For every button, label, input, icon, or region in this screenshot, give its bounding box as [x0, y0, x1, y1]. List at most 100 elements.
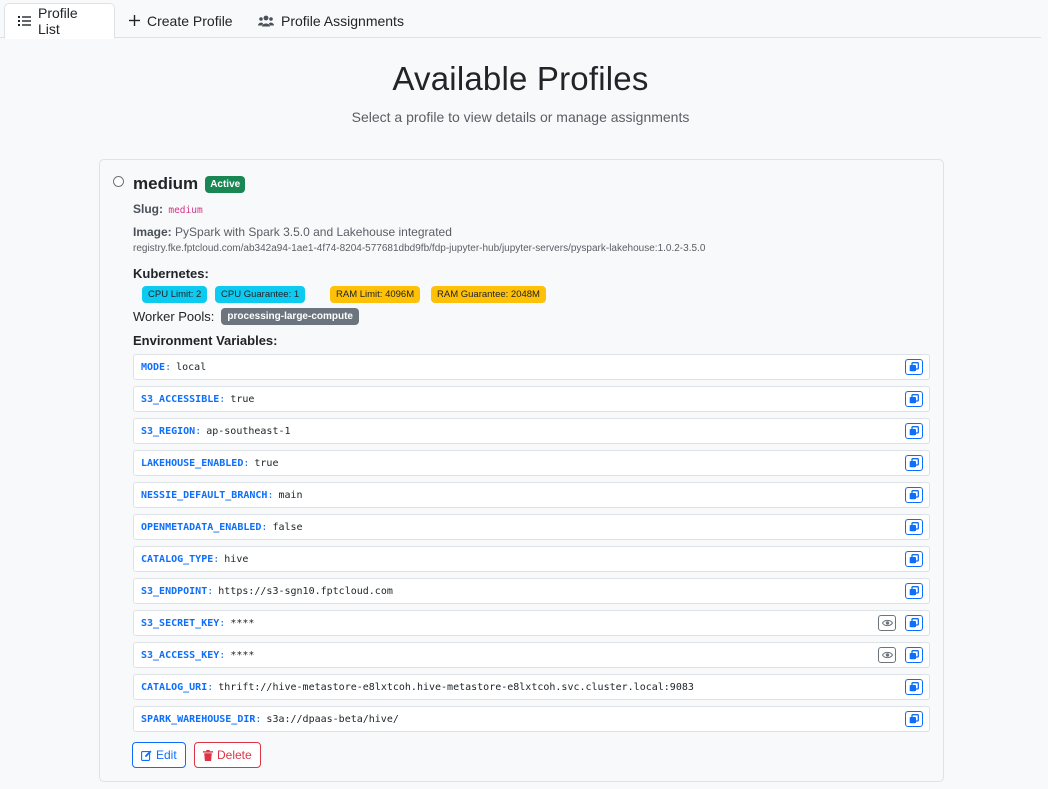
env-separator: :	[267, 489, 274, 501]
reveal-secret-button[interactable]	[878, 647, 896, 663]
cpu-limit-badge: CPU Limit: 2	[142, 286, 208, 303]
copy-icon	[909, 586, 919, 596]
ram-guarantee-badge: RAM Guarantee: 2048M	[431, 286, 546, 303]
edit-button[interactable]: Edit	[132, 742, 186, 768]
env-separator: :	[165, 361, 172, 373]
env-var-row: S3_SECRET_KEY: ****	[133, 610, 930, 636]
tab-label: Profile Assignments	[281, 12, 404, 29]
profile-name: medium	[133, 174, 199, 193]
env-separator: :	[219, 393, 226, 405]
copy-icon	[909, 362, 919, 372]
tab-profile-list[interactable]: Profile List	[4, 3, 115, 39]
env-var-row: S3_ENDPOINT: https://s3-sgn10.fptcloud.co…	[133, 578, 930, 604]
env-value: https://s3-sgn10.fptcloud.com	[218, 585, 393, 597]
env-value: ****	[230, 649, 255, 661]
users-icon	[258, 15, 274, 27]
copy-icon	[909, 682, 919, 692]
env-vars-label: Environment Variables:	[133, 333, 278, 348]
copy-icon	[909, 650, 919, 660]
reveal-secret-button[interactable]	[878, 615, 896, 631]
env-separator: :	[213, 553, 220, 565]
env-var-row: LAKEHOUSE_ENABLED: true	[133, 450, 930, 476]
profile-header: medium Active	[133, 174, 246, 194]
tab-profile-assignments[interactable]: Profile Assignments	[245, 3, 417, 38]
profile-select-radio[interactable]	[113, 176, 124, 187]
env-key: S3_SECRET_KEY	[141, 617, 220, 629]
copy-icon	[909, 554, 919, 564]
env-key: CATALOG_TYPE	[141, 553, 214, 565]
copy-button[interactable]	[905, 615, 923, 631]
copy-button[interactable]	[905, 519, 923, 535]
copy-button[interactable]	[905, 391, 923, 407]
env-value: main	[278, 489, 303, 501]
env-separator: :	[219, 617, 226, 629]
env-value: hive	[224, 553, 249, 565]
edit-label: Edit	[156, 748, 177, 762]
env-separator: :	[219, 649, 226, 661]
env-var-row: S3_ACCESS_KEY: ****	[133, 642, 930, 668]
tab-create-profile[interactable]: Create Profile	[116, 3, 246, 38]
env-value: true	[254, 457, 279, 469]
profile-card[interactable]: medium Active Slug: medium Image: PySpar…	[99, 159, 944, 782]
slug-value: medium	[168, 205, 203, 216]
env-var-row: MODE: local	[133, 354, 930, 380]
env-key: S3_ACCESS_KEY	[141, 649, 220, 661]
env-separator: :	[207, 585, 214, 597]
cpu-guarantee-badge: CPU Guarantee: 1	[215, 286, 306, 303]
page-subtitle: Select a profile to view details or mana…	[351, 109, 690, 125]
env-value: ap-southeast-1	[206, 425, 291, 437]
eye-icon	[881, 651, 893, 659]
tab-label: Create Profile	[147, 12, 233, 29]
copy-button[interactable]	[905, 551, 923, 567]
plus-icon	[129, 15, 140, 26]
env-var-row: S3_ACCESSIBLE: true	[133, 386, 930, 412]
copy-button[interactable]	[905, 647, 923, 663]
worker-pools-label: Worker Pools:	[133, 309, 215, 324]
env-separator: :	[255, 713, 262, 725]
env-value: true	[230, 393, 255, 405]
env-key: LAKEHOUSE_ENABLED	[141, 457, 244, 469]
env-var-row: CATALOG_TYPE: hive	[133, 546, 930, 572]
copy-icon	[909, 458, 919, 468]
env-value: thrift://hive-metastore-e8lxtcoh.hive-me…	[218, 681, 694, 693]
copy-button[interactable]	[905, 487, 923, 503]
copy-button[interactable]	[905, 455, 923, 471]
env-key: OPENMETADATA_ENABLED	[141, 521, 262, 533]
copy-button[interactable]	[905, 711, 923, 727]
copy-button[interactable]	[905, 359, 923, 375]
env-value: local	[176, 361, 207, 373]
image-row: Image: PySpark with Spark 3.5.0 and Lake…	[133, 225, 452, 239]
env-key: S3_REGION	[141, 425, 196, 437]
tab-label: Profile List	[38, 5, 78, 37]
env-separator: :	[195, 425, 202, 437]
env-var-row: SPARK_WAREHOUSE_DIR: s3a://dpaas-beta/hiv…	[133, 706, 930, 732]
copy-button[interactable]	[905, 583, 923, 599]
page-title: Available Profiles	[392, 60, 649, 97]
env-value: false	[272, 521, 303, 533]
env-value: s3a://dpaas-beta/hive/	[266, 713, 399, 725]
env-var-row: OPENMETADATA_ENABLED: false	[133, 514, 930, 540]
slug-row: Slug: medium	[133, 202, 203, 216]
copy-icon	[909, 522, 919, 532]
env-var-row: S3_REGION: ap-southeast-1	[133, 418, 930, 444]
copy-icon	[909, 490, 919, 500]
image-path: registry.fke.fptcloud.com/ab342a94-1ae1-…	[133, 243, 706, 254]
env-separator: :	[207, 681, 214, 693]
worker-pool-badge: processing-large-compute	[221, 308, 359, 325]
copy-button[interactable]	[905, 423, 923, 439]
env-var-row: NESSIE_DEFAULT_BRANCH: main	[133, 482, 930, 508]
list-icon	[18, 15, 31, 27]
env-key: CATALOG_URI	[141, 681, 208, 693]
image-description: PySpark with Spark 3.5.0 and Lakehouse i…	[175, 225, 452, 239]
delete-button[interactable]: Delete	[194, 742, 261, 768]
copy-button[interactable]	[905, 679, 923, 695]
env-key: S3_ACCESSIBLE	[141, 393, 220, 405]
env-separator: :	[243, 457, 250, 469]
env-key: NESSIE_DEFAULT_BRANCH	[141, 489, 268, 501]
copy-icon	[909, 426, 919, 436]
status-badge: Active	[205, 175, 246, 193]
edit-icon	[141, 750, 152, 761]
copy-icon	[909, 394, 919, 404]
env-var-row: CATALOG_URI: thrift://hive-metastore-e8lx…	[133, 674, 930, 700]
copy-icon	[909, 618, 919, 628]
